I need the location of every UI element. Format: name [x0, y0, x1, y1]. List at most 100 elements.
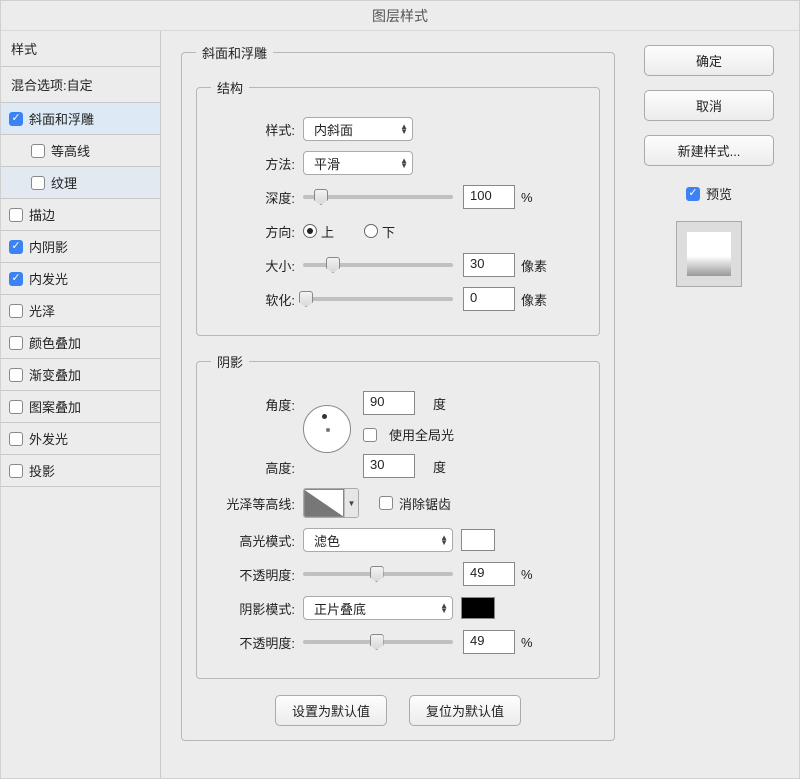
- slider-thumb[interactable]: [299, 291, 313, 307]
- new-style-button[interactable]: 新建样式...: [644, 135, 774, 166]
- soften-unit: 像素: [521, 290, 547, 309]
- depth-slider[interactable]: [303, 187, 453, 207]
- sidebar-blend-options[interactable]: 混合选项:自定: [1, 67, 160, 103]
- size-unit: 像素: [521, 256, 547, 275]
- style-select[interactable]: 内斜面 ▲▼: [303, 117, 413, 141]
- sidebar-item-label: 光泽: [29, 301, 55, 320]
- slider-thumb[interactable]: [370, 566, 384, 582]
- global-light-checkbox[interactable]: [363, 428, 377, 442]
- slider-thumb[interactable]: [314, 189, 328, 205]
- gloss-contour-label: 光泽等高线:: [211, 494, 295, 513]
- sidebar-item-label: 投影: [29, 461, 55, 480]
- sidebar-item-checkbox[interactable]: [9, 304, 23, 318]
- highlight-color-swatch[interactable]: [461, 529, 495, 551]
- direction-up-radio[interactable]: [303, 224, 317, 238]
- sidebar-item-checkbox[interactable]: [9, 112, 23, 126]
- sidebar-item-checkbox[interactable]: [31, 144, 45, 158]
- sidebar-item-8[interactable]: 渐变叠加: [1, 359, 160, 391]
- sidebar-item-3[interactable]: 描边: [1, 199, 160, 231]
- sidebar-item-checkbox[interactable]: [9, 368, 23, 382]
- sidebar-item-label: 颜色叠加: [29, 333, 81, 352]
- preview-checkbox[interactable]: [686, 187, 700, 201]
- sidebar-item-5[interactable]: 内发光: [1, 263, 160, 295]
- technique-select[interactable]: 平滑 ▲▼: [303, 151, 413, 175]
- soften-slider[interactable]: [303, 289, 453, 309]
- sidebar-item-11[interactable]: 投影: [1, 455, 160, 487]
- right-panel: 确定 取消 新建样式... 预览: [629, 31, 799, 778]
- sidebar-item-9[interactable]: 图案叠加: [1, 391, 160, 423]
- shadow-mode-label: 阴影模式:: [211, 599, 295, 618]
- updown-icon: ▲▼: [440, 535, 448, 545]
- chevron-down-icon: ▼: [344, 489, 358, 517]
- preview-thumbnail: [687, 232, 731, 276]
- shadow-mode-select[interactable]: 正片叠底 ▲▼: [303, 596, 453, 620]
- sidebar-item-checkbox[interactable]: [9, 208, 23, 222]
- angle-input[interactable]: 90: [363, 391, 415, 415]
- sidebar-item-2[interactable]: 纹理: [1, 167, 160, 199]
- angle-altitude-control[interactable]: [303, 405, 351, 453]
- structure-legend: 结构: [211, 78, 249, 97]
- antialias-checkbox[interactable]: [379, 496, 393, 510]
- highlight-mode-select[interactable]: 滤色 ▲▼: [303, 528, 453, 552]
- shadow-opacity-slider[interactable]: [303, 632, 453, 652]
- cancel-button[interactable]: 取消: [644, 90, 774, 121]
- preview-label: 预览: [706, 184, 732, 203]
- layer-style-dialog: 图层样式 样式 混合选项:自定 斜面和浮雕等高线纹理描边内阴影内发光光泽颜色叠加…: [0, 0, 800, 779]
- angle-unit: 度: [433, 394, 446, 413]
- ok-button[interactable]: 确定: [644, 45, 774, 76]
- size-label: 大小:: [211, 256, 295, 275]
- depth-label: 深度:: [211, 188, 295, 207]
- sidebar-item-label: 内发光: [29, 269, 68, 288]
- gloss-contour-picker[interactable]: ▼: [303, 488, 359, 518]
- altitude-label: 高度:: [211, 458, 295, 477]
- highlight-opacity-input[interactable]: 49: [463, 562, 515, 586]
- shadow-opacity-label: 不透明度:: [211, 633, 295, 652]
- highlight-opacity-label: 不透明度:: [211, 565, 295, 584]
- sidebar-item-label: 描边: [29, 205, 55, 224]
- sidebar-item-label: 斜面和浮雕: [29, 109, 94, 128]
- sidebar-item-checkbox[interactable]: [31, 176, 45, 190]
- sidebar-item-10[interactable]: 外发光: [1, 423, 160, 455]
- sidebar-item-6[interactable]: 光泽: [1, 295, 160, 327]
- shading-group: 阴影 角度: 高度: 90 度: [196, 352, 600, 679]
- shading-legend: 阴影: [211, 352, 249, 371]
- make-default-button[interactable]: 设置为默认值: [275, 695, 387, 726]
- shadow-opacity-input[interactable]: 49: [463, 630, 515, 654]
- highlight-mode-label: 高光模式:: [211, 531, 295, 550]
- shadow-mode-value: 正片叠底: [314, 599, 366, 618]
- size-input[interactable]: 30: [463, 253, 515, 277]
- sidebar-item-4[interactable]: 内阴影: [1, 231, 160, 263]
- updown-icon: ▲▼: [440, 603, 448, 613]
- sidebar-item-checkbox[interactable]: [9, 336, 23, 350]
- styles-sidebar: 样式 混合选项:自定 斜面和浮雕等高线纹理描边内阴影内发光光泽颜色叠加渐变叠加图…: [1, 31, 161, 778]
- sidebar-item-0[interactable]: 斜面和浮雕: [1, 103, 160, 135]
- highlight-opacity-slider[interactable]: [303, 564, 453, 584]
- bevel-emboss-legend: 斜面和浮雕: [196, 43, 273, 62]
- direction-down-label: 下: [382, 222, 395, 241]
- slider-thumb[interactable]: [326, 257, 340, 273]
- soften-input[interactable]: 0: [463, 287, 515, 311]
- altitude-input[interactable]: 30: [363, 454, 415, 478]
- size-slider[interactable]: [303, 255, 453, 275]
- direction-up-label: 上: [321, 222, 334, 241]
- updown-icon: ▲▼: [400, 158, 408, 168]
- slider-thumb[interactable]: [370, 634, 384, 650]
- window-title: 图层样式: [1, 1, 799, 31]
- bevel-emboss-group: 斜面和浮雕 结构 样式: 内斜面 ▲▼ 方法: 平滑: [181, 43, 615, 741]
- sidebar-item-1[interactable]: 等高线: [1, 135, 160, 167]
- sidebar-item-checkbox[interactable]: [9, 272, 23, 286]
- shadow-color-swatch[interactable]: [461, 597, 495, 619]
- sidebar-item-checkbox[interactable]: [9, 432, 23, 446]
- depth-input[interactable]: 100: [463, 185, 515, 209]
- shadow-opacity-unit: %: [521, 635, 533, 650]
- reset-default-button[interactable]: 复位为默认值: [409, 695, 521, 726]
- structure-group: 结构 样式: 内斜面 ▲▼ 方法: 平滑 ▲▼: [196, 78, 600, 336]
- sidebar-item-label: 等高线: [51, 141, 90, 160]
- updown-icon: ▲▼: [400, 124, 408, 134]
- direction-down-radio[interactable]: [364, 224, 378, 238]
- sidebar-item-checkbox[interactable]: [9, 240, 23, 254]
- angle-label: 角度:: [211, 395, 295, 414]
- sidebar-item-checkbox[interactable]: [9, 464, 23, 478]
- sidebar-item-7[interactable]: 颜色叠加: [1, 327, 160, 359]
- sidebar-item-checkbox[interactable]: [9, 400, 23, 414]
